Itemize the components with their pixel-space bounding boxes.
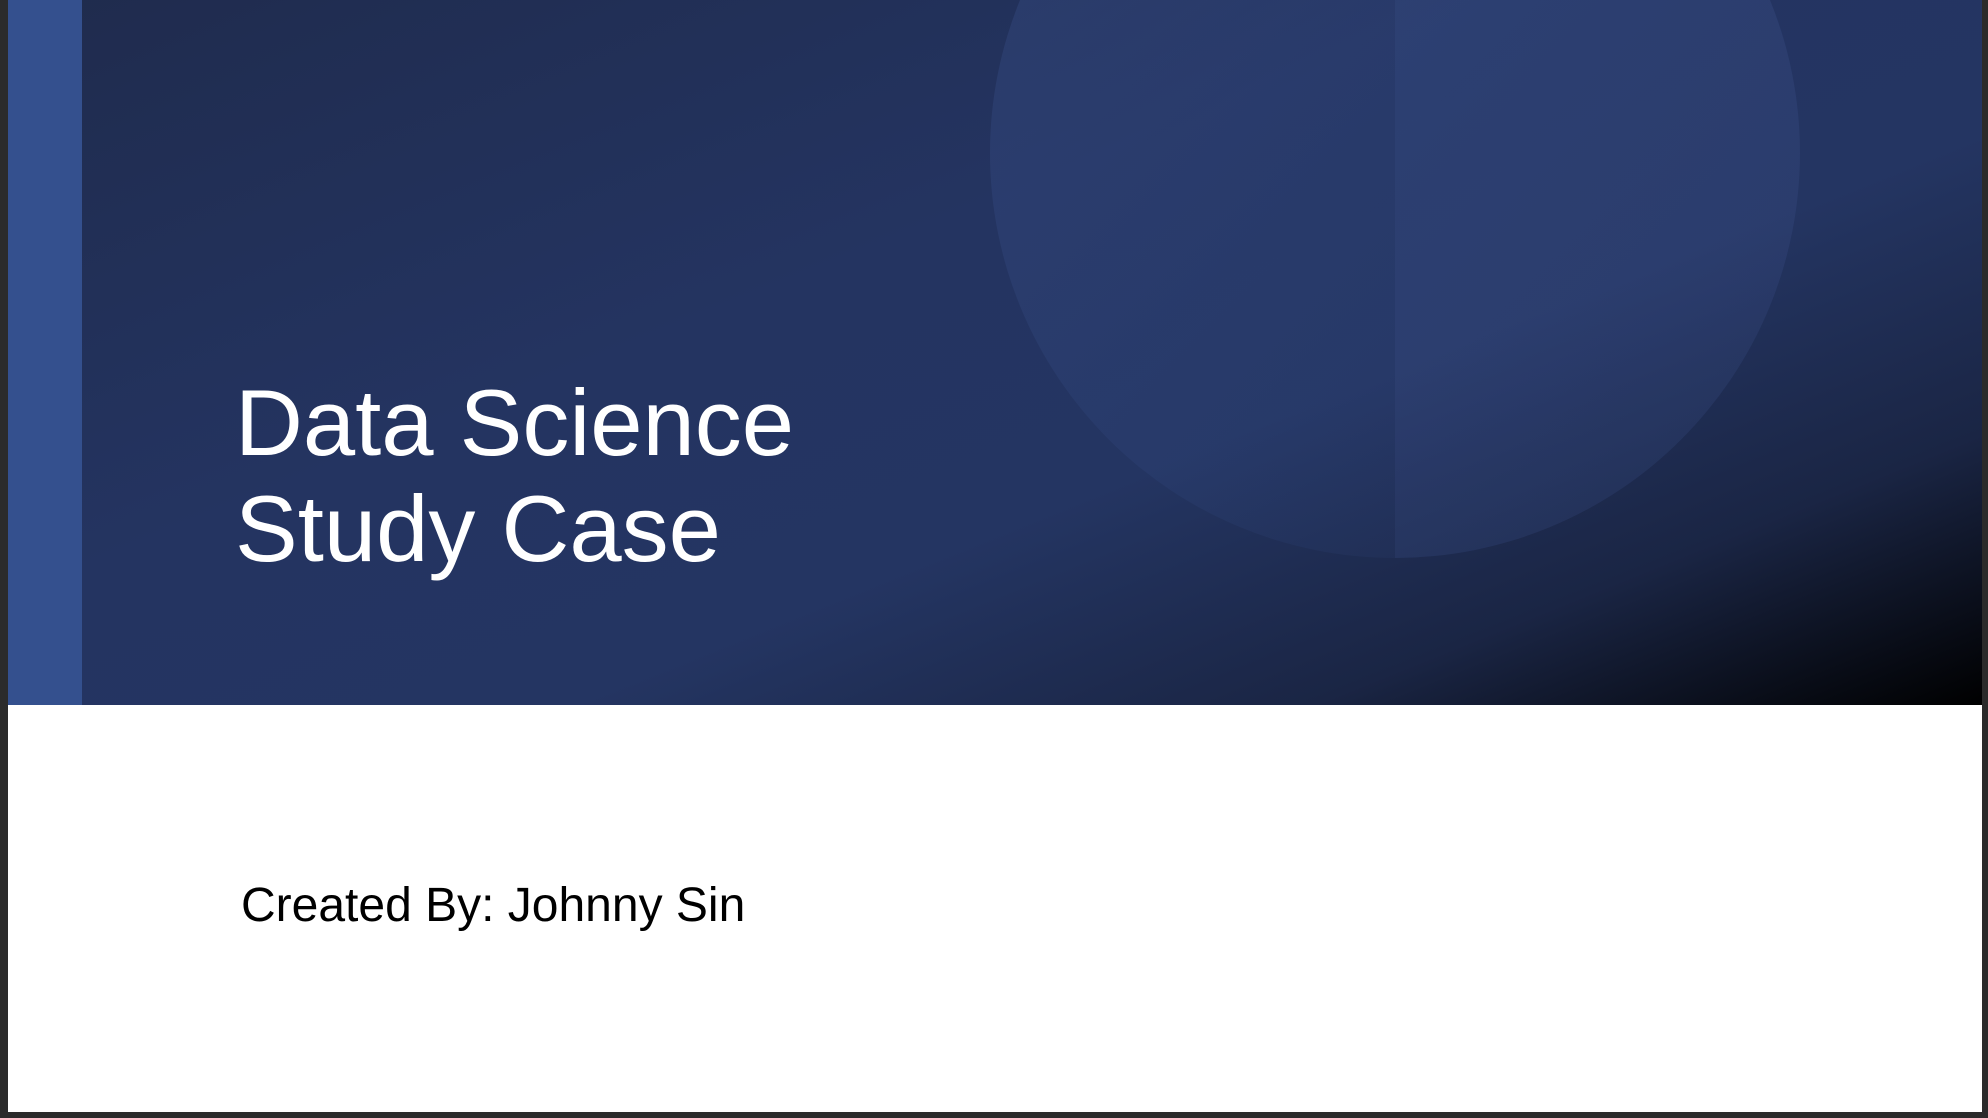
- slide-title-line-1: Data Science: [235, 370, 795, 475]
- slide-title-line-2: Study Case: [235, 476, 721, 581]
- slide-title: Data Science Study Case: [235, 370, 794, 582]
- decorative-circle: [990, 0, 1800, 558]
- slide-subtitle: Created By: Johnny Sin: [241, 879, 746, 932]
- decorative-circle-highlight: [1395, 0, 1800, 558]
- accent-bar: [8, 0, 82, 705]
- slide: Data Science Study Case Created By: John…: [8, 0, 1982, 1112]
- title-banner: Data Science Study Case: [8, 0, 1982, 705]
